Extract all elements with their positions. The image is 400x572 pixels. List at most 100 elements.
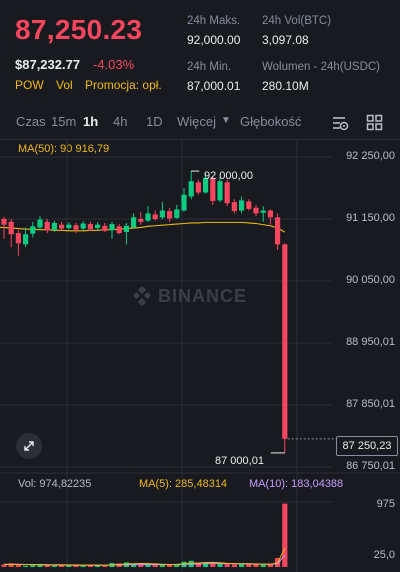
candle-body	[15, 233, 21, 244]
volume-bar	[224, 564, 230, 567]
interval-tabs: Czas 15m 1h 4h 1D Więcej ▼ Głębokość	[0, 114, 400, 132]
candle-body	[224, 182, 230, 204]
tag-promo[interactable]: Promocja: opł.	[85, 78, 162, 92]
stat-low-label: 24h Min.	[187, 61, 232, 73]
volume-ma5-line	[3, 548, 286, 566]
volume-axis-label: 25,0	[373, 549, 395, 561]
candle-body	[267, 210, 273, 218]
tab-4h[interactable]: 4h	[113, 114, 127, 129]
candle-body	[174, 209, 180, 218]
price-axis-label: 88 950,01	[346, 336, 395, 348]
tag-pow[interactable]: POW	[15, 78, 44, 92]
candle-body	[145, 213, 151, 221]
ma10-legend: MA(10): 183,04388	[249, 478, 344, 490]
candle-body	[167, 211, 173, 219]
candle-body	[138, 219, 144, 222]
volume-bar	[51, 565, 57, 567]
candle-body	[239, 200, 245, 211]
stat-high-value: 92,000.00	[187, 33, 241, 47]
tab-depth[interactable]: Głębokość	[240, 114, 301, 129]
volume-bar	[80, 565, 86, 567]
volume-bar	[203, 562, 209, 567]
price-axis-label: 86 750,01	[346, 460, 395, 472]
low-annotation: 87 000,01	[215, 455, 264, 467]
high-annotation: 92 000,00	[204, 170, 253, 182]
expand-icon	[24, 441, 34, 451]
candle-body	[217, 181, 223, 201]
last-price: 87,250.23	[15, 14, 143, 45]
volume-bar	[44, 565, 50, 567]
tag-row: POW Vol Promocja: opł.	[15, 78, 171, 92]
volume-bar	[23, 565, 29, 567]
candle-body	[59, 224, 65, 229]
stat-vol-btc-value: 3,097.08	[262, 33, 309, 47]
stat-vol-btc-label: 24h Vol(BTC)	[262, 15, 332, 27]
volume-bar	[231, 564, 237, 567]
candle-body	[152, 214, 158, 219]
candle-body	[188, 181, 194, 197]
candle-body	[159, 210, 165, 218]
candle-body	[123, 225, 129, 232]
candle-body	[131, 217, 137, 228]
stat-high-label: 24h Maks.	[187, 15, 241, 27]
tab-1d[interactable]: 1D	[146, 114, 163, 129]
candle-body	[66, 224, 72, 229]
candle-body	[23, 234, 29, 245]
tab-more[interactable]: Więcej	[177, 114, 216, 129]
volume-bar	[15, 564, 21, 567]
candle-body	[95, 224, 101, 229]
candle-body	[8, 221, 14, 235]
watermark-text: BINANCE	[158, 286, 247, 306]
layout-grid-icon[interactable]	[366, 114, 383, 131]
chevron-down-icon[interactable]: ▼	[221, 115, 231, 126]
candle-body	[30, 226, 36, 234]
binance-watermark: BINANCE	[132, 285, 247, 307]
fullscreen-button[interactable]	[16, 433, 42, 459]
tab-1h[interactable]: 1h	[83, 114, 98, 129]
candle-body	[37, 219, 43, 228]
volume-bar	[260, 564, 266, 567]
volume-legend: Vol: 974,82235	[18, 478, 92, 490]
usd-price: $87,232.77	[15, 57, 81, 72]
volume-bar	[253, 564, 259, 567]
candle-body	[116, 226, 122, 234]
volume-bar	[30, 565, 36, 567]
price-axis-label: 92 250,00	[346, 150, 395, 162]
candle-body	[231, 202, 237, 212]
stat-low-value: 87,000.01	[187, 79, 241, 93]
tab-15m[interactable]: 15m	[51, 114, 76, 129]
candle-body	[195, 182, 201, 193]
volume-bar	[217, 563, 223, 567]
candle-body	[275, 217, 281, 245]
candle-body	[253, 207, 259, 214]
volume-bar	[239, 564, 245, 567]
candle-body	[246, 201, 252, 209]
candle-body	[282, 244, 288, 439]
tab-time[interactable]: Czas	[16, 114, 46, 129]
volume-bar	[167, 565, 173, 567]
price-axis-label: 90 050,00	[346, 274, 395, 286]
stat-vol-usdc-value: 280.10M	[262, 79, 309, 93]
tag-vol[interactable]: Vol	[56, 78, 73, 92]
candle-body	[51, 222, 57, 230]
volume-axis-label: 975	[376, 498, 395, 510]
candle-body	[87, 224, 93, 230]
candle-body	[181, 194, 187, 211]
candle-body	[109, 224, 115, 231]
indicator-settings-icon[interactable]	[331, 114, 349, 132]
price-axis-label: 87 850,01	[346, 398, 395, 410]
candle-body	[1, 219, 7, 225]
candle-body	[102, 225, 108, 231]
candle-body	[44, 221, 50, 231]
ma5-legend: MA(5): 285,48314	[139, 478, 228, 490]
volume-bar	[102, 565, 108, 567]
candle-body	[80, 223, 86, 229]
ma50-line	[0, 221, 286, 233]
price-chart[interactable]: BINANCE	[0, 140, 400, 572]
stat-vol-usdc-label: Wolumen - 24h(USDC)	[262, 61, 381, 73]
change-percent: -4.03%	[93, 57, 135, 72]
current-price-tag: 87 250,23	[336, 436, 398, 456]
price-axis-label: 91 150,00	[346, 212, 395, 224]
candle-body	[260, 210, 266, 213]
candle-body	[73, 225, 79, 230]
